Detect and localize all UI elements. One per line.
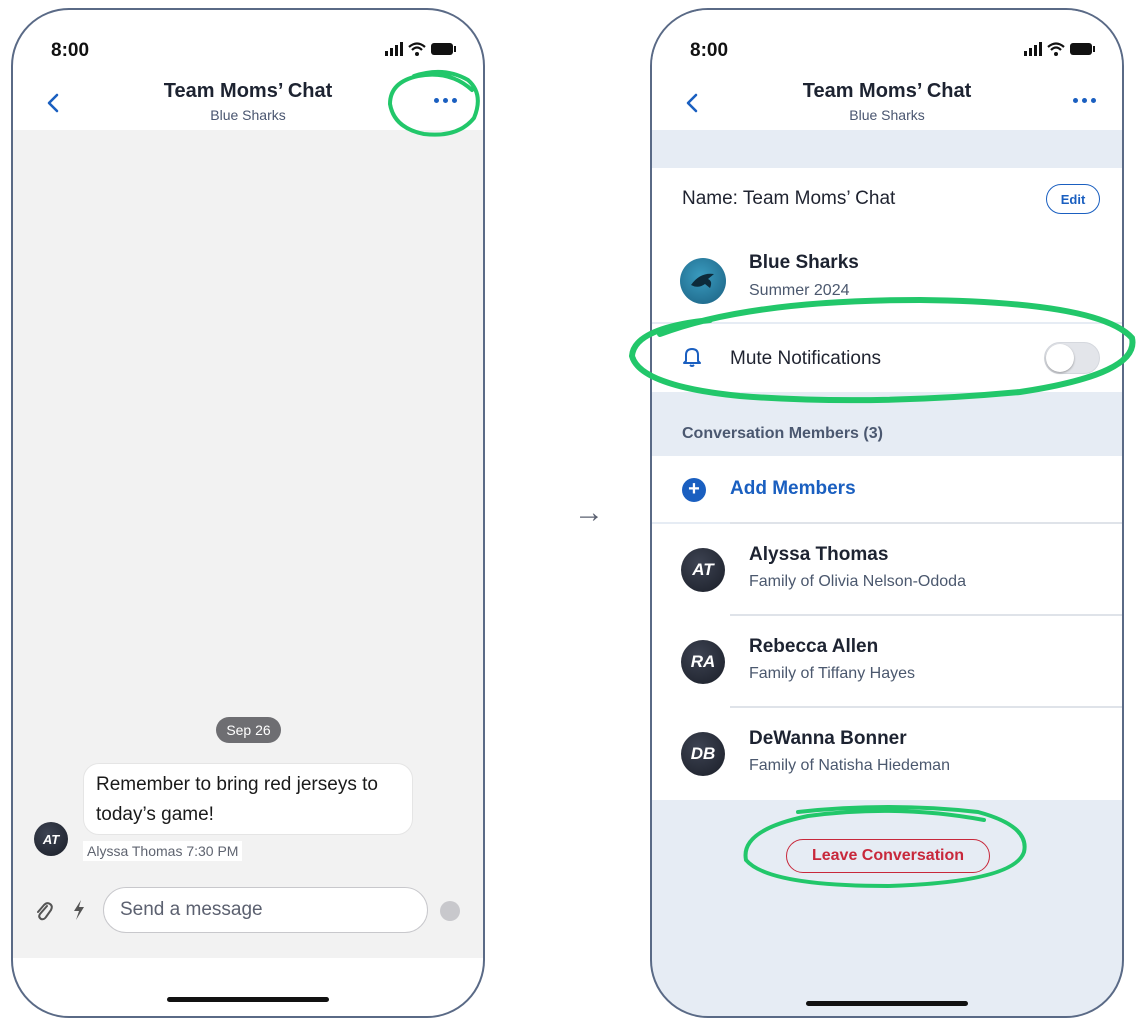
status-time: 8:00 (690, 40, 729, 61)
status-icons (385, 42, 457, 56)
add-members-label: Add Members (730, 478, 856, 499)
left-phone-frame: 8:00 Team Moms’ Chat Blue Sharks Sep 26 … (11, 8, 485, 1018)
chat-subtitle: Blue Sharks (849, 107, 925, 123)
battery-icon (431, 43, 456, 55)
member-name: DeWanna Bonner (749, 728, 907, 749)
member-family: Family of Olivia Nelson-Ododa (749, 573, 966, 590)
edit-name-button[interactable]: Edit (1046, 184, 1100, 214)
home-indicator (167, 997, 329, 1002)
member-avatar: AT (681, 548, 725, 592)
chat-name-label: Name: Team Moms’ Chat (682, 188, 896, 209)
date-separator: Sep 26 (216, 717, 281, 743)
lightning-icon[interactable] (73, 900, 85, 920)
paperclip-icon[interactable] (35, 900, 53, 922)
member-row[interactable]: RA Rebecca Allen Family of Tiffany Hayes (652, 616, 1122, 708)
add-members-row[interactable]: + Add Members (652, 456, 1122, 522)
message-thread[interactable]: Sep 26 Remember to bring red jerseys to … (13, 130, 483, 872)
chat-title: Team Moms’ Chat (163, 80, 333, 102)
nav-bar: Team Moms’ Chat Blue Sharks (13, 76, 483, 132)
member-family: Family of Natisha Hiedeman (749, 757, 950, 774)
status-bar: 8:00 (13, 40, 483, 70)
chat-title: Team Moms’ Chat (802, 80, 972, 102)
member-name: Alyssa Thomas (749, 544, 889, 565)
send-icon[interactable] (440, 901, 460, 921)
member-row[interactable]: AT Alyssa Thomas Family of Olivia Nelson… (652, 524, 1122, 616)
member-name: Rebecca Allen (749, 636, 879, 657)
bell-icon (683, 348, 701, 367)
member-row[interactable]: DB DeWanna Bonner Family of Natisha Hied… (652, 708, 1122, 800)
wifi-icon (1047, 42, 1065, 56)
team-logo-icon (680, 258, 726, 304)
signal-icon (385, 42, 403, 56)
sender-avatar[interactable]: AT (34, 822, 68, 856)
member-avatar: DB (681, 732, 725, 776)
status-time: 8:00 (51, 40, 90, 61)
nav-bar: Team Moms’ Chat Blue Sharks (652, 76, 1122, 132)
composer-bar: Send a message (13, 872, 483, 958)
member-family: Family of Tiffany Hayes (749, 665, 915, 682)
more-options-icon[interactable] (434, 98, 457, 103)
wifi-icon (408, 42, 426, 56)
message-input[interactable]: Send a message (103, 887, 428, 933)
chat-name-row: Name: Team Moms’ Chat Edit (652, 168, 1122, 232)
right-phone-frame: 8:00 Team Moms’ Chat Blue Sharks Name: T… (650, 8, 1124, 1018)
home-indicator (806, 1001, 968, 1006)
signal-icon (1024, 42, 1042, 56)
transition-arrow: → (574, 496, 604, 529)
message-meta: Alyssa Thomas 7:30 PM (83, 841, 243, 861)
battery-icon (1070, 43, 1095, 55)
team-season: Summer 2024 (749, 282, 850, 299)
status-icons (1024, 42, 1096, 56)
message-bubble[interactable]: Remember to bring red jerseys to today’s… (83, 763, 413, 835)
team-name: Blue Sharks (749, 252, 859, 273)
member-avatar: RA (681, 640, 725, 684)
more-options-icon[interactable] (1073, 98, 1096, 103)
mute-label: Mute Notifications (730, 348, 882, 369)
mute-notifications-row: Mute Notifications (652, 324, 1122, 392)
toggle-knob (1046, 344, 1074, 372)
chat-subtitle: Blue Sharks (210, 107, 286, 123)
members-section-header: Conversation Members (3) (682, 425, 883, 442)
mute-toggle[interactable] (1044, 342, 1100, 374)
leave-conversation-button[interactable]: Leave Conversation (786, 839, 990, 873)
add-plus-icon: + (682, 478, 706, 502)
status-bar: 8:00 (652, 40, 1122, 70)
